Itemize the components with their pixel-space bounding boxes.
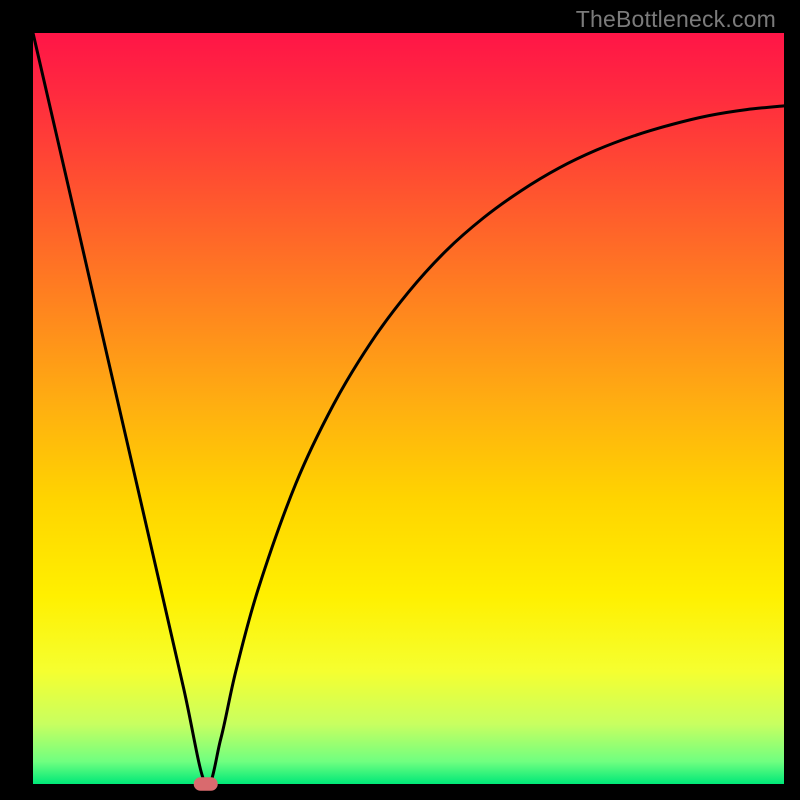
chart-svg [0, 0, 800, 800]
optimal-marker [194, 777, 218, 791]
plot-background [33, 33, 784, 784]
chart-container: TheBottleneck.com [0, 0, 800, 800]
watermark: TheBottleneck.com [576, 6, 776, 33]
